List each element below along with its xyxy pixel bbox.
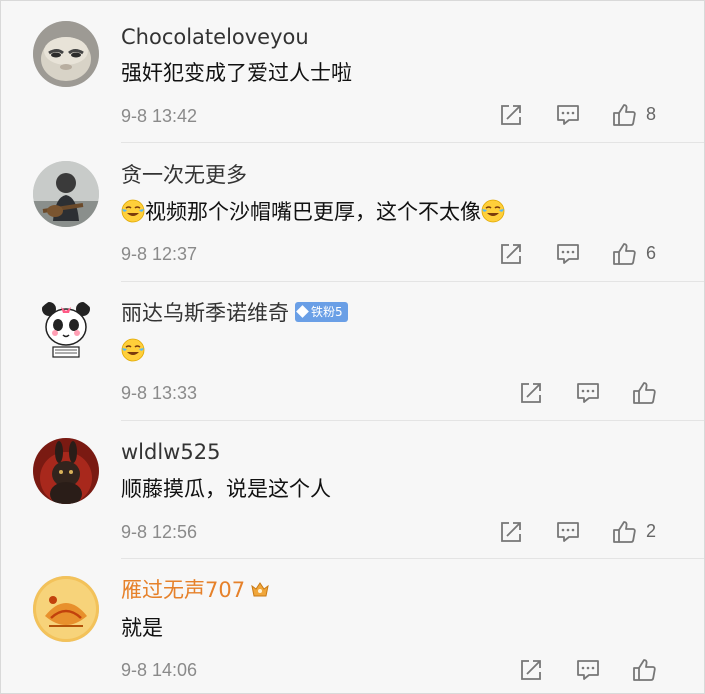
like-icon bbox=[633, 382, 656, 404]
like-button[interactable] bbox=[611, 102, 637, 128]
share-button[interactable] bbox=[498, 102, 524, 128]
like-icon bbox=[613, 521, 636, 543]
comment-icon bbox=[577, 383, 599, 403]
reply-button[interactable] bbox=[575, 380, 601, 406]
comment-icon bbox=[557, 105, 579, 125]
comment-text bbox=[121, 338, 145, 364]
laugh-cry-emoji bbox=[481, 199, 505, 223]
rabbit-avatar-image bbox=[33, 438, 99, 504]
laugh-cry-emoji bbox=[121, 199, 145, 223]
like-icon bbox=[633, 659, 656, 681]
share-icon bbox=[501, 522, 521, 542]
vip-crown-icon bbox=[251, 582, 269, 597]
reply-button[interactable] bbox=[555, 241, 581, 267]
fan-badge-label: 铁粉5 bbox=[311, 305, 343, 319]
avatar[interactable] bbox=[33, 161, 99, 227]
comment-actions bbox=[1, 657, 704, 685]
comment-icon bbox=[577, 660, 599, 680]
cat-avatar-image bbox=[33, 21, 99, 87]
laugh-cry-emoji bbox=[121, 338, 145, 362]
comment-text: 顺藤摸瓜，说是这个人 bbox=[121, 477, 331, 501]
username[interactable]: 贪一次无更多 bbox=[121, 165, 247, 186]
like-icon bbox=[613, 243, 636, 265]
avatar[interactable] bbox=[33, 297, 99, 363]
comment-icon bbox=[557, 244, 579, 264]
like-count: 8 bbox=[646, 104, 657, 124]
like-button[interactable] bbox=[611, 519, 637, 545]
gold-avatar-image bbox=[33, 576, 99, 642]
divider bbox=[121, 142, 704, 143]
comment-actions: 8 bbox=[1, 102, 704, 130]
comment-actions: 2 bbox=[1, 519, 704, 547]
divider bbox=[121, 420, 704, 421]
share-icon bbox=[521, 660, 541, 680]
username-text[interactable]: 雁过无声707 bbox=[121, 578, 245, 602]
comment-text: 视频那个沙帽嘴巴更厚，这个不太像 bbox=[121, 199, 505, 225]
avatar[interactable] bbox=[33, 576, 99, 642]
fan-badge: 铁粉5 bbox=[295, 302, 348, 322]
avatar[interactable] bbox=[33, 21, 99, 87]
username[interactable]: 雁过无声707 bbox=[121, 580, 271, 602]
reply-button[interactable] bbox=[555, 102, 581, 128]
comment-list: Chocolateloveyou 强奸犯变成了爱过人士啦 9-8 13:42 8 bbox=[0, 0, 705, 694]
like-button[interactable] bbox=[631, 380, 657, 406]
username[interactable]: Chocolateloveyou bbox=[121, 27, 309, 48]
comment-text-body: 视频那个沙帽嘴巴更厚，这个不太像 bbox=[145, 200, 481, 224]
share-button[interactable] bbox=[498, 519, 524, 545]
share-icon bbox=[501, 244, 521, 264]
like-icon bbox=[613, 104, 636, 126]
username-text[interactable]: 丽达乌斯季诺维奇 bbox=[121, 301, 289, 325]
comment-text: 就是 bbox=[121, 616, 163, 640]
username[interactable]: 丽达乌斯季诺维奇 铁粉5 bbox=[121, 301, 348, 325]
reply-button[interactable] bbox=[575, 657, 601, 683]
share-icon bbox=[521, 383, 541, 403]
share-button[interactable] bbox=[518, 380, 544, 406]
share-icon bbox=[501, 105, 521, 125]
divider bbox=[121, 281, 704, 282]
like-count: 2 bbox=[646, 521, 657, 541]
comment-actions bbox=[1, 380, 704, 408]
diamond-icon bbox=[296, 305, 309, 318]
person-guitar-avatar-image bbox=[33, 161, 99, 227]
like-button[interactable] bbox=[631, 657, 657, 683]
comment-text: 强奸犯变成了爱过人士啦 bbox=[121, 61, 352, 85]
comment-actions: 6 bbox=[1, 241, 704, 269]
reply-button[interactable] bbox=[555, 519, 581, 545]
comment-icon bbox=[557, 522, 579, 542]
like-button[interactable] bbox=[611, 241, 637, 267]
avatar[interactable] bbox=[33, 438, 99, 504]
share-button[interactable] bbox=[518, 657, 544, 683]
panda-avatar-image bbox=[33, 297, 99, 363]
like-count: 6 bbox=[646, 243, 657, 263]
username[interactable]: wldlw525 bbox=[121, 442, 220, 463]
share-button[interactable] bbox=[498, 241, 524, 267]
divider bbox=[121, 558, 704, 559]
